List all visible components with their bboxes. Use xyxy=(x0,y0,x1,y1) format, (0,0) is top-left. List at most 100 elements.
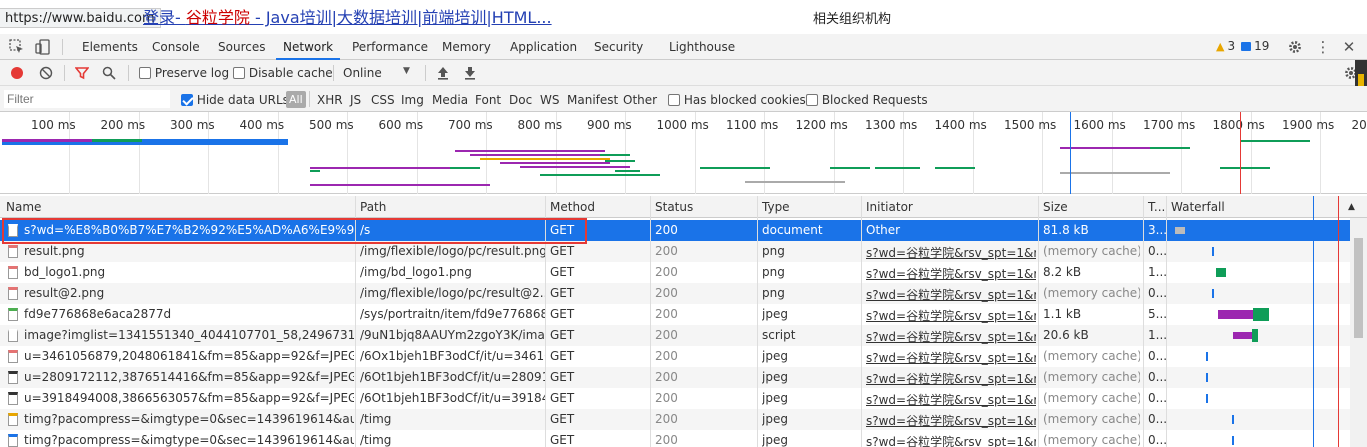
table-row[interactable]: timg?pacompress=&imgtype=0&sec=143961961… xyxy=(0,409,1350,430)
table-row[interactable]: fd9e776868e6aca2877d/sys/portraitn/item/… xyxy=(0,304,1350,325)
disable-cache-checkbox[interactable]: Disable cache xyxy=(233,66,333,80)
more-icon[interactable]: ⋮ xyxy=(1314,38,1332,56)
cell-initiator[interactable]: s?wd=谷粒学院&rsv_spt=1&r... xyxy=(866,391,1036,408)
waterfall-bar xyxy=(1206,373,1208,382)
overview-bar xyxy=(520,166,630,168)
col-time[interactable]: T... xyxy=(1148,200,1165,214)
cell-initiator[interactable]: s?wd=谷粒学院&rsv_spt=1&r... xyxy=(866,412,1036,429)
cell-name: result@2.png xyxy=(24,286,105,300)
table-row[interactable]: bd_logo1.png/img/bd_logo1.png GET 200 png s?… xyxy=(0,262,1350,283)
tab-sources[interactable]: Sources xyxy=(218,34,265,60)
col-initiator[interactable]: Initiator xyxy=(866,200,913,214)
preserve-log-label: Preserve log xyxy=(154,66,230,80)
overview-bar xyxy=(450,167,480,169)
tab-console[interactable]: Console xyxy=(152,34,200,60)
tab-memory[interactable]: Memory xyxy=(442,34,491,60)
cell-initiator[interactable]: s?wd=谷粒学院&rsv_spt=1&r... xyxy=(866,244,1036,261)
tab-application[interactable]: Application xyxy=(510,34,577,60)
cell-initiator[interactable]: s?wd=谷粒学院&rsv_spt=1&r... xyxy=(866,286,1036,303)
filter-manifest[interactable]: Manifest xyxy=(567,93,618,107)
table-row[interactable]: u=3918494008,3866563057&fm=85&app=92&f=J… xyxy=(0,388,1350,409)
table-row[interactable]: result@2.png/img/flexible/logo/pc/result… xyxy=(0,283,1350,304)
col-name[interactable]: Name xyxy=(6,200,41,214)
cell-path: /img/flexible/logo/pc/result@2.... xyxy=(360,286,545,300)
tab-network[interactable]: Network xyxy=(276,34,341,60)
hide-data-urls-checkbox[interactable]: Hide data URLs xyxy=(181,93,289,107)
tab-security[interactable]: Security xyxy=(594,34,643,60)
filter-input[interactable] xyxy=(4,90,170,108)
table-row[interactable]: u=3461056879,2048061841&fm=85&app=92&f=J… xyxy=(0,346,1350,367)
cell-size: 20.6 kB xyxy=(1043,328,1089,342)
devtools-tab-bar: Elements Console Sources Network Perform… xyxy=(0,34,1367,60)
throttle-select[interactable]: Online ▼ xyxy=(343,66,410,80)
cell-initiator[interactable]: s?wd=谷粒学院&rsv_spt=1&r... xyxy=(866,433,1036,447)
checkbox[interactable] xyxy=(181,94,193,106)
inspect-icon[interactable] xyxy=(8,38,26,56)
table-row[interactable]: timg?pacompress=&imgtype=0&sec=143961961… xyxy=(0,430,1350,447)
tab-performance[interactable]: Performance xyxy=(352,34,428,60)
cell-initiator[interactable]: s?wd=谷粒学院&rsv_spt=1&r... xyxy=(866,349,1036,366)
filter-js[interactable]: JS xyxy=(350,93,361,107)
cell-initiator[interactable]: s?wd=谷粒学院&rsv_spt=1&r... xyxy=(866,370,1036,387)
cell-initiator[interactable]: s?wd=谷粒学院&rsv_spt=1&r... xyxy=(866,328,1036,345)
filter-font[interactable]: Font xyxy=(475,93,501,107)
search-result-link[interactable]: 登录- 谷粒学院 - Java培训|大数据培训|前端培训|HTML... xyxy=(143,4,552,28)
close-icon[interactable]: ✕ xyxy=(1340,38,1358,56)
checkbox[interactable] xyxy=(233,67,245,79)
cell-size: (memory cache) xyxy=(1043,286,1140,300)
search-icon[interactable] xyxy=(100,64,118,82)
filter-media[interactable]: Media xyxy=(432,93,468,107)
waterfall-bar xyxy=(1216,268,1226,277)
filter-ws[interactable]: WS xyxy=(540,93,559,107)
sort-up-icon[interactable]: ▲ xyxy=(1348,202,1355,212)
filter-icon[interactable] xyxy=(73,64,91,82)
blocked-cookies-checkbox[interactable]: Has blocked cookies xyxy=(668,93,806,107)
table-row[interactable]: image?imglist=1341551340_4044107701_58,2… xyxy=(0,325,1350,346)
cell-method: GET xyxy=(550,307,575,321)
col-method[interactable]: Method xyxy=(550,200,595,214)
cell-time: 0... xyxy=(1148,412,1166,426)
checkbox[interactable] xyxy=(806,94,818,106)
cell-initiator[interactable]: s?wd=谷粒学院&rsv_spt=1&r... xyxy=(866,265,1036,282)
cell-time: 0... xyxy=(1148,370,1166,384)
col-waterfall[interactable]: Waterfall xyxy=(1171,200,1225,214)
column-divider xyxy=(757,196,758,447)
overview-bar xyxy=(310,170,320,172)
filter-css[interactable]: CSS xyxy=(371,93,395,107)
network-overview[interactable]: 100 ms 200 ms 300 ms 400 ms 500 ms 600 ms 700 … xyxy=(0,112,1367,194)
tab-elements[interactable]: Elements xyxy=(82,34,138,60)
filter-img[interactable]: Img xyxy=(401,93,424,107)
tab-lighthouse[interactable]: Lighthouse xyxy=(669,34,735,60)
scrollbar[interactable] xyxy=(1350,218,1367,447)
column-divider xyxy=(355,196,356,447)
col-type[interactable]: Type xyxy=(762,200,790,214)
checkbox[interactable] xyxy=(668,94,680,106)
download-icon[interactable] xyxy=(461,64,479,82)
preserve-log-checkbox[interactable]: Preserve log xyxy=(139,66,229,80)
overview-bar xyxy=(935,167,975,169)
overview-bar xyxy=(605,160,635,162)
table-row[interactable]: result.png/img/flexible/logo/pc/result.p… xyxy=(0,241,1350,262)
table-row[interactable]: s?wd=%E8%B0%B7%E7%B2%92%E5%AD%A6%E9%99%A… xyxy=(0,220,1350,241)
blocked-requests-checkbox[interactable]: Blocked Requests xyxy=(806,93,928,107)
table-row[interactable]: u=2809172112,3876514416&fm=85&app=92&f=J… xyxy=(0,367,1350,388)
col-status[interactable]: Status xyxy=(655,200,693,214)
col-path[interactable]: Path xyxy=(360,200,386,214)
upload-icon[interactable] xyxy=(434,64,452,82)
record-icon[interactable] xyxy=(11,67,23,79)
filter-xhr[interactable]: XHR xyxy=(317,93,343,107)
issues-counter[interactable]: ▲ 3 19 xyxy=(1216,39,1269,53)
cell-initiator[interactable]: s?wd=谷粒学院&rsv_spt=1&r... xyxy=(866,307,1036,324)
device-toolbar-icon[interactable] xyxy=(34,38,52,56)
filter-other[interactable]: Other xyxy=(623,93,657,107)
settings-icon[interactable] xyxy=(1286,38,1304,56)
cell-size: (memory cache) xyxy=(1043,433,1140,447)
col-size[interactable]: Size xyxy=(1043,200,1068,214)
filter-all-button[interactable]: All xyxy=(286,91,306,108)
scroll-thumb[interactable] xyxy=(1354,238,1363,338)
clear-icon[interactable] xyxy=(37,64,55,82)
cell-method: GET xyxy=(550,286,575,300)
filter-doc[interactable]: Doc xyxy=(509,93,532,107)
checkbox[interactable] xyxy=(139,67,151,79)
cell-type: png xyxy=(762,265,785,279)
